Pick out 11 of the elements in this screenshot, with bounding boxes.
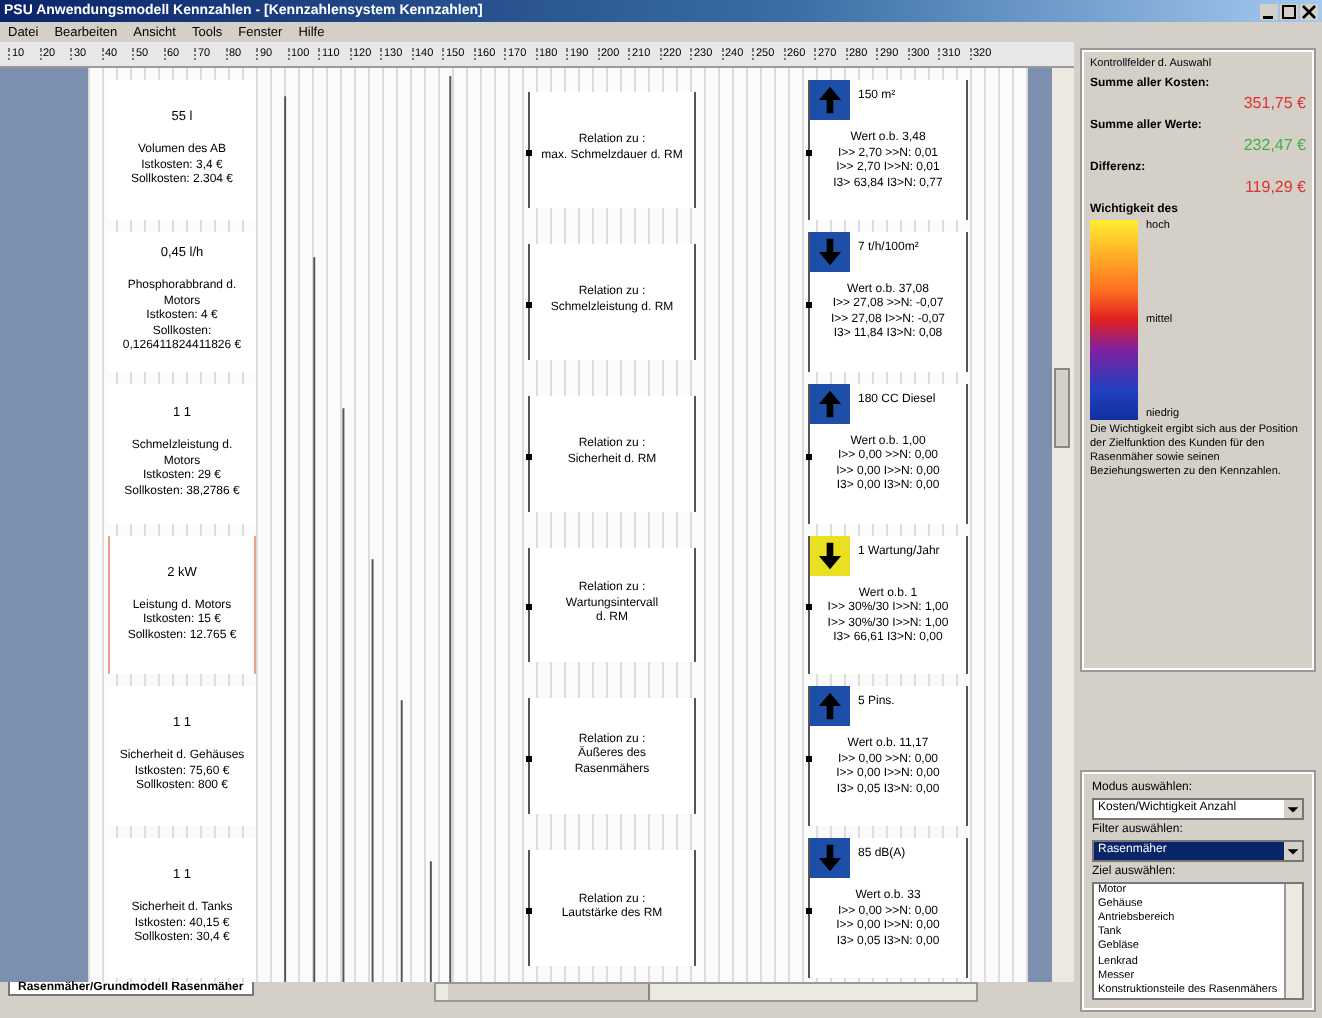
list-scrollbar[interactable] <box>1284 883 1302 998</box>
sum-value: 232,47 € <box>1243 136 1306 154</box>
scroll-thumb[interactable] <box>1054 368 1070 448</box>
horizontal-scrollbar[interactable] <box>433 982 978 1002</box>
maximize-icon[interactable] <box>1280 3 1298 19</box>
scroll-thumb[interactable] <box>447 984 650 1000</box>
sum-value: 351,75 € <box>1243 94 1306 112</box>
vertical-scrollbar[interactable] <box>1052 68 1074 982</box>
minimize-icon[interactable] <box>1260 3 1278 19</box>
sum-value: 119,29 € <box>1244 178 1306 196</box>
close-icon[interactable] <box>1300 3 1318 19</box>
